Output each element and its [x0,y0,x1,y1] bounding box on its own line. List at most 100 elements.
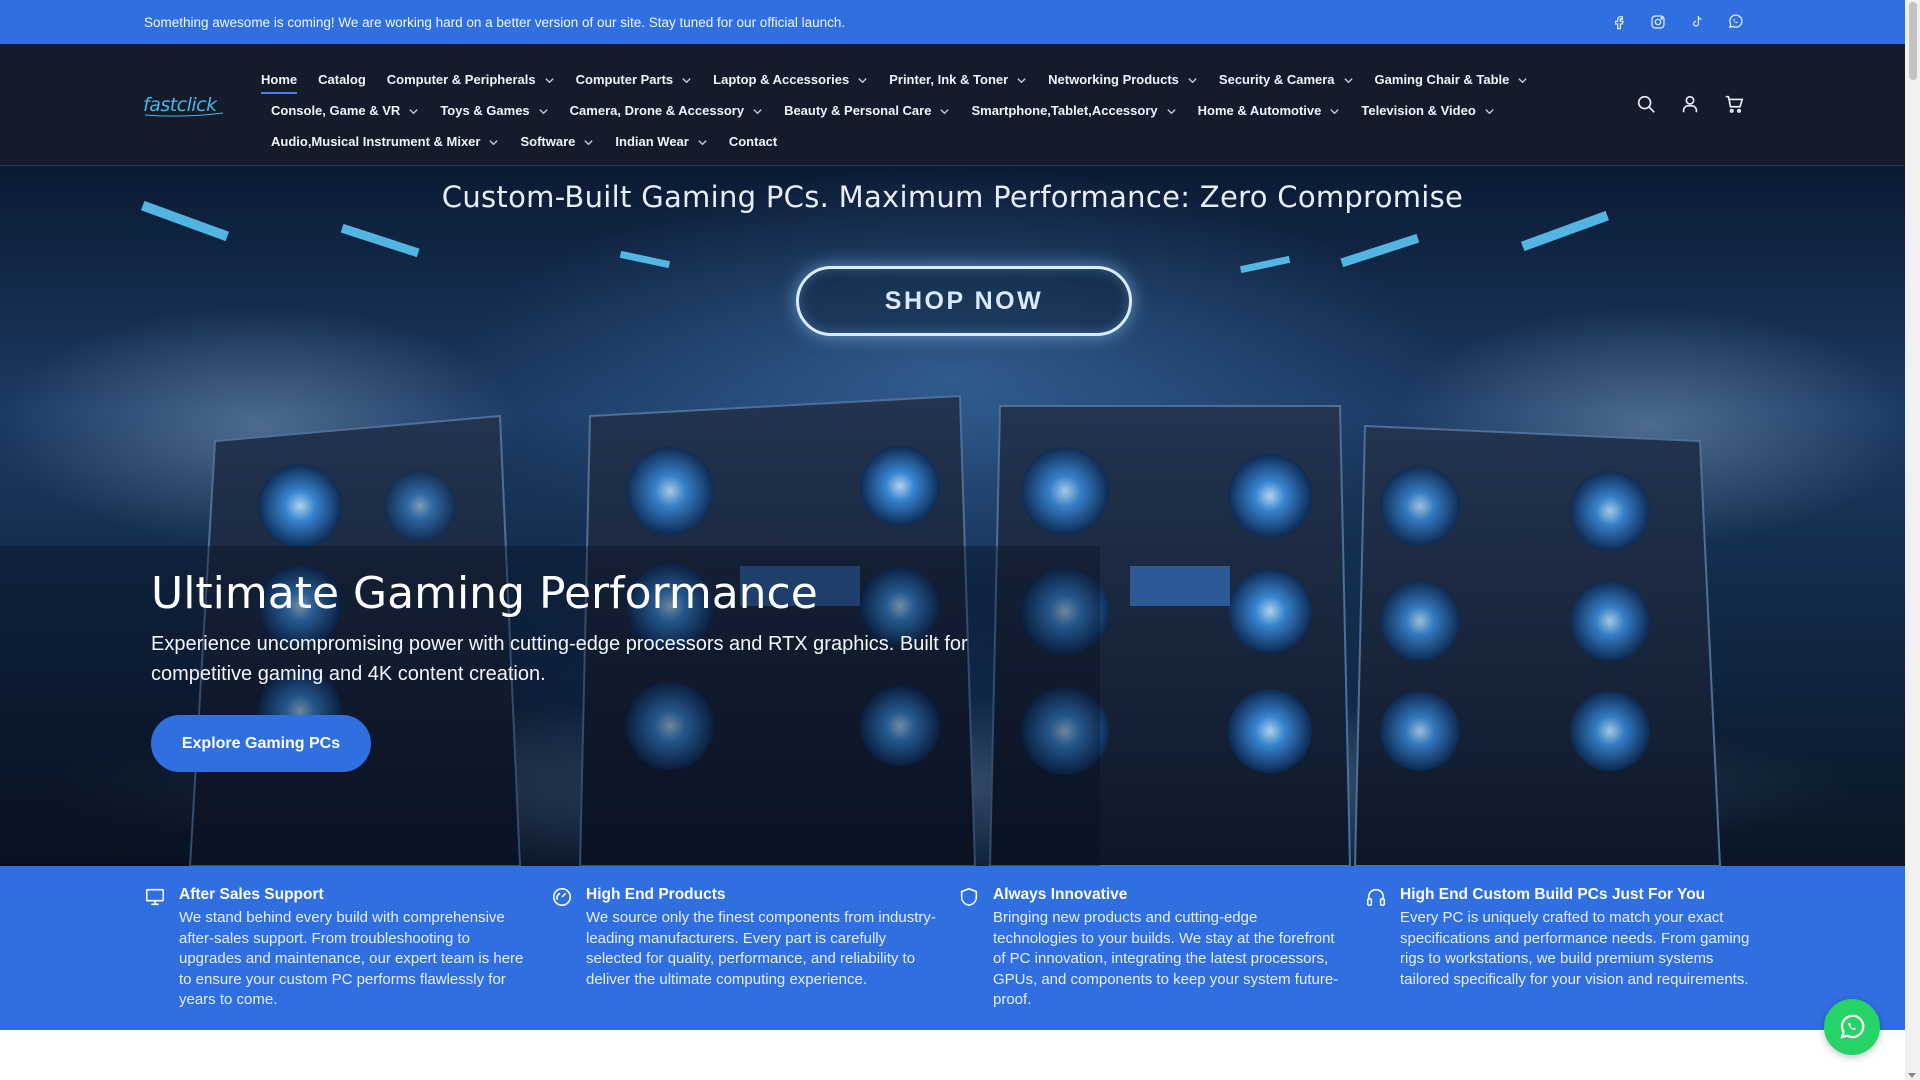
feature-title: Always Innovative [993,886,1128,903]
nav-item-contact[interactable]: Contact [729,134,777,149]
nav-item-printer-ink-toner[interactable]: Printer, Ink & Toner [889,72,1027,87]
feature-title: High End Custom Build PCs Just For You [1400,886,1706,903]
nav-item-label: Printer, Ink & Toner [889,72,1009,87]
chevron-down-icon [408,105,419,116]
header-actions [1635,93,1745,115]
chevron-down-icon [1329,105,1340,116]
whatsapp-chat-button[interactable] [1824,999,1880,1055]
nav-item-label: Networking Products [1048,72,1179,87]
feature-text: We source only the finest components fro… [586,909,936,988]
feature-high-end-products: High End Products We source only the fin… [551,866,958,1030]
site-logo[interactable]: fastclick [143,91,227,119]
scroll-down-arrow[interactable] [1908,1073,1916,1078]
nav-row-1: Home Catalog Computer & Peripherals Compute… [261,64,1528,95]
nav-item-label: Beauty & Personal Care [784,103,932,118]
chevron-down-icon [1187,74,1198,85]
page-scrollbar[interactable] [1905,0,1920,1080]
nav-item-label: Indian Wear [615,134,689,149]
nav-item-label: Gaming Chair & Table [1374,72,1510,87]
hero-banner: Custom-Built Gaming PCs. Maximum Perform… [0,166,1905,866]
nav-item-console-game-vr[interactable]: Console, Game & VR [271,103,419,118]
feature-custom-build-pcs: High End Custom Build PCs Just For You E… [1365,866,1772,1030]
announcement-bar: Something awesome is coming! We are work… [0,0,1905,44]
nav-item-label: Catalog [318,72,366,87]
chevron-down-icon [544,74,555,85]
chevron-down-icon [1517,74,1528,85]
nav-row-2: Console, Game & VR Toys & Games Camera, Dr… [261,95,1521,126]
main-navigation: Home Catalog Computer & Peripherals Compute… [261,64,1528,157]
explore-gaming-pcs-button[interactable]: Explore Gaming PCs [151,715,371,772]
nav-item-indian-wear[interactable]: Indian Wear [615,134,707,149]
nav-item-networking-products[interactable]: Networking Products [1048,72,1198,87]
social-links [1609,12,1745,31]
nav-item-computer-peripherals[interactable]: Computer & Peripherals [387,72,555,87]
nav-item-software[interactable]: Software [520,134,594,149]
nav-item-label: Console, Game & VR [271,103,401,118]
chevron-down-icon [681,74,692,85]
chevron-down-icon [1016,74,1027,85]
nav-item-beauty-personal-care[interactable]: Beauty & Personal Care [784,103,950,118]
nav-item-label: Security & Camera [1218,72,1335,87]
facebook-icon[interactable] [1609,12,1628,31]
nav-item-gaming-chair-table[interactable]: Gaming Chair & Table [1375,72,1529,87]
nav-item-label: Television & Video [1361,103,1476,118]
nav-row-3: Audio,Musical Instrument & Mixer Software… [261,126,1521,157]
nav-item-label: Audio,Musical Instrument & Mixer [271,134,481,149]
chevron-down-icon [488,136,499,147]
site-header: fastclick Home Catalog Computer & Peripher… [0,44,1905,166]
nav-item-smartphone-tablet-accessory[interactable]: Smartphone,Tablet,Accessory [971,103,1176,118]
headphones-icon [1365,886,1387,908]
feature-always-innovative: Always Innovative Bringing new products … [958,866,1365,1030]
nav-item-security-camera[interactable]: Security & Camera [1219,72,1354,87]
nav-item-label: Home [261,72,298,87]
nav-item-home[interactable]: Home [261,72,298,94]
nav-item-label: Smartphone,Tablet,Accessory [971,103,1158,118]
nav-item-label: Computer Parts [575,72,674,87]
nav-item-home-automotive[interactable]: Home & Automotive [1198,103,1341,118]
monitor-icon [144,886,166,908]
nav-item-television-video[interactable]: Television & Video [1361,103,1494,118]
feature-text: Every PC is uniquely crafted to match yo… [1400,909,1750,988]
nav-item-label: Toys & Games [440,103,530,118]
chevron-down-icon [538,105,549,116]
nav-item-camera-drone-accessory[interactable]: Camera, Drone & Accessory [570,103,763,118]
search-icon[interactable] [1635,93,1657,115]
cart-icon[interactable] [1723,93,1745,115]
gauge-icon [551,886,573,908]
feature-title: High End Products [586,886,726,903]
nav-item-label: Computer & Peripherals [386,72,536,87]
logo-text: fastclick [143,94,218,116]
features-band: After Sales Support We stand behind ever… [0,866,1905,1030]
whatsapp-icon[interactable] [1726,12,1745,31]
chevron-down-icon [583,136,594,147]
nav-item-audio-musical-instrument-mixer[interactable]: Audio,Musical Instrument & Mixer [271,134,499,149]
chevron-down-icon [697,136,708,147]
nav-item-catalog[interactable]: Catalog [318,72,366,87]
nav-item-label: Home & Automotive [1197,103,1322,118]
nav-item-toys-games[interactable]: Toys & Games [440,103,548,118]
nav-item-label: Camera, Drone & Accessory [569,103,745,118]
chevron-down-icon [752,105,763,116]
announcement-text: Something awesome is coming! We are work… [144,14,846,30]
feature-title: After Sales Support [179,886,324,903]
instagram-icon[interactable] [1648,12,1667,31]
shield-icon [958,886,980,908]
chevron-down-icon [1166,105,1177,116]
feature-after-sales-support: After Sales Support We stand behind ever… [144,866,551,1030]
nav-item-laptop-accessories[interactable]: Laptop & Accessories [713,72,868,87]
hero-subtext: Experience uncompromising power with cut… [151,633,968,685]
scrollbar-thumb[interactable] [1909,2,1917,80]
feature-text: We stand behind every build with compreh… [179,909,524,1008]
chevron-down-icon [1484,105,1495,116]
nav-item-computer-parts[interactable]: Computer Parts [576,72,693,87]
shop-now-button[interactable]: SHOP NOW [796,266,1132,336]
hero-banner-title: Custom-Built Gaming PCs. Maximum Perform… [441,180,1464,214]
account-icon[interactable] [1679,93,1701,115]
tiktok-icon[interactable] [1687,12,1706,31]
whatsapp-icon [1840,1014,1865,1039]
nav-item-label: Contact [728,134,778,149]
nav-item-label: Laptop & Accessories [713,72,850,87]
hero-heading: Ultimate Gaming Performance [151,568,818,619]
nav-item-label: Software [520,134,576,149]
feature-text: Bringing new products and cutting-edge t… [993,909,1339,1008]
